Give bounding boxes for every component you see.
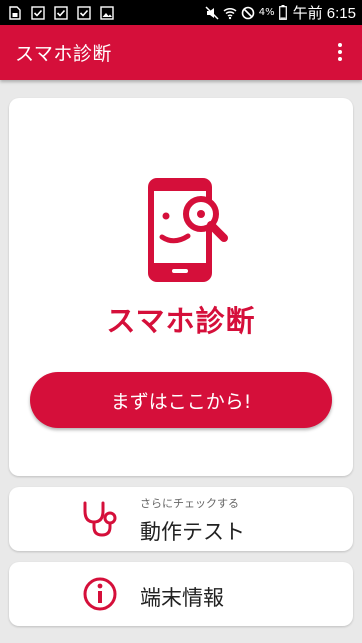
sim-icon: [9, 5, 21, 20]
menu-item-device-info[interactable]: 端末情報: [9, 562, 353, 626]
mute-icon: [205, 5, 219, 20]
menu-item-label: 動作テスト: [140, 520, 245, 544]
status-time: 午前 6:15: [292, 5, 356, 22]
status-bar: 4% 午前 6:15: [0, 0, 362, 25]
battery-icon: [278, 5, 287, 20]
app-title: スマホ診断: [15, 43, 112, 65]
checkbox-icon: [54, 5, 68, 20]
main-card: スマホ診断 まずはここから!: [9, 98, 353, 476]
start-diagnosis-button[interactable]: まずはここから!: [30, 372, 332, 428]
phone-magnifier-icon: [148, 178, 228, 282]
overflow-menu-icon[interactable]: [328, 40, 352, 64]
menu-item-sublabel: さらにチェックする: [140, 497, 239, 510]
image-icon: [100, 5, 114, 20]
wifi-icon: [223, 7, 237, 19]
app-bar: スマホ診断: [0, 25, 362, 80]
menu-item-operation-test[interactable]: さらにチェックする 動作テスト: [9, 487, 353, 551]
menu-item-label: 端末情報: [140, 586, 224, 610]
battery-percent: 4%: [258, 7, 275, 18]
info-icon: [83, 577, 117, 611]
checkbox-icon: [77, 5, 91, 20]
checkbox-icon: [31, 5, 45, 20]
stethoscope-icon: [83, 501, 117, 537]
no-sign-icon: [241, 6, 255, 19]
main-title: スマホ診断: [106, 304, 256, 338]
